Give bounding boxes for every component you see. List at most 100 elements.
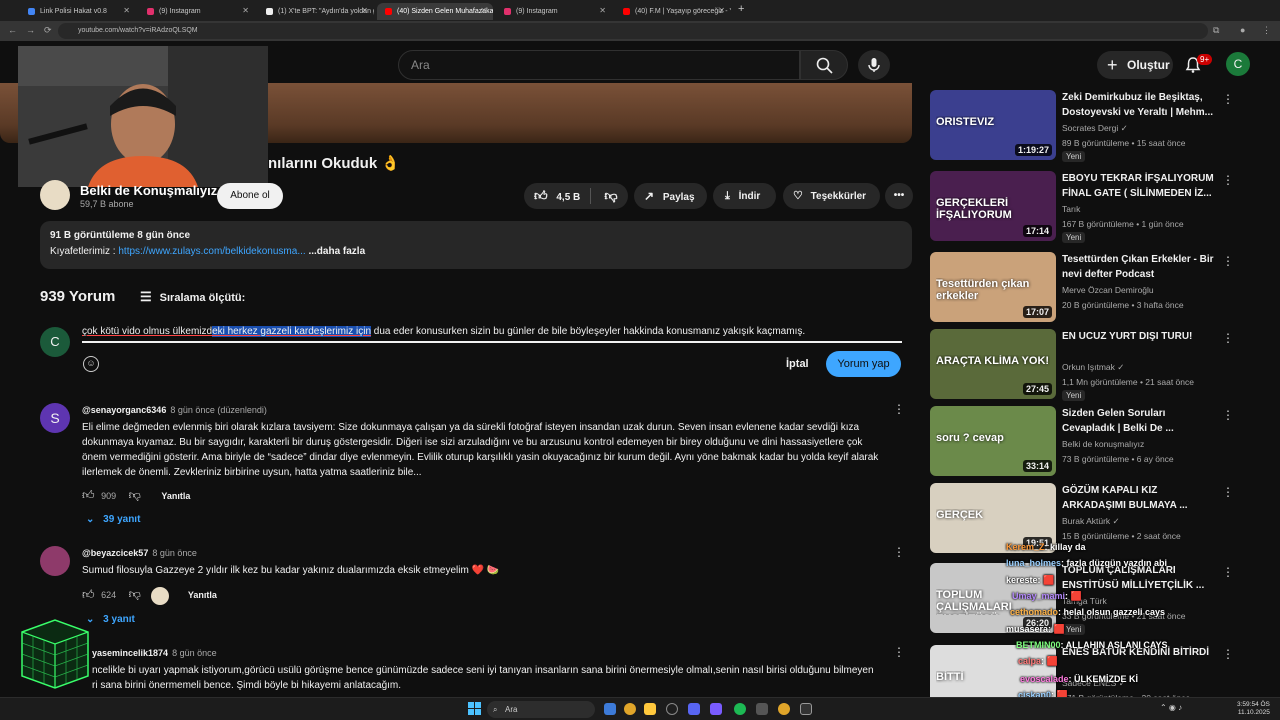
- search-input[interactable]: Ara: [398, 50, 800, 80]
- sort-label: Sıralama ölçütü:: [159, 292, 246, 304]
- description-box[interactable]: 91 B görüntüleme 8 gün önce Kıyafetlerim…: [40, 221, 912, 269]
- video-thumbnail[interactable]: Tesettürden çıkan erkekler 17:07: [930, 252, 1056, 322]
- video-menu-icon[interactable]: ⋮: [1222, 254, 1234, 268]
- share-button[interactable]: ↗ Paylaş: [634, 183, 707, 209]
- subscribe-button[interactable]: Abone ol: [217, 183, 283, 209]
- thumbs-up-icon[interactable]: 👍︎: [82, 488, 95, 502]
- video-menu-icon[interactable]: ⋮: [1222, 565, 1234, 579]
- browser-tab[interactable]: (9) Instagram ✕: [139, 3, 255, 20]
- profile-icon[interactable]: ●: [1240, 25, 1245, 35]
- more-actions-button[interactable]: •••: [885, 183, 913, 209]
- comment-line: önem vermediğini gösterir. Ama biriyle d…: [82, 452, 879, 463]
- comment-line: ncelikle bi uyarı yapmak istiyorum,görüc…: [92, 665, 874, 676]
- close-tab-icon[interactable]: ✕: [242, 6, 249, 15]
- thumbs-down-icon[interactable]: 👎︎: [129, 488, 141, 502]
- cancel-button[interactable]: İptal: [786, 358, 809, 370]
- comment-menu-icon[interactable]: ⋮: [893, 402, 905, 416]
- voice-search-button[interactable]: [858, 50, 890, 80]
- related-video[interactable]: soru ? cevap 33:14 Sizden Gelen Soruları C…: [930, 406, 1240, 476]
- comment-menu-icon[interactable]: ⋮: [893, 545, 905, 559]
- description-link[interactable]: https://www.zulays.com/belkidekonusma...: [118, 246, 305, 257]
- search-button[interactable]: [800, 50, 848, 80]
- channel-name: Orkun Işıtmak ✓: [1062, 362, 1125, 372]
- video-duration: 33:14: [1022, 460, 1052, 472]
- reply-button[interactable]: Yanıtla: [161, 491, 190, 501]
- close-tab-icon[interactable]: ✕: [361, 6, 368, 15]
- comment-time[interactable]: 8 gün önce (düzenlendi): [170, 405, 267, 415]
- comment-input[interactable]: çok kötü vido olmus ülkemizdeki herkez g…: [82, 326, 902, 343]
- browser-tab[interactable]: Link Polisi Hakat v0.8 ✕: [20, 3, 136, 20]
- account-avatar[interactable]: C: [1226, 52, 1250, 76]
- new-tab-icon[interactable]: +: [738, 3, 744, 15]
- thumbs-down-icon[interactable]: 👎︎: [129, 587, 141, 601]
- start-icon[interactable]: [468, 702, 481, 715]
- related-video[interactable]: TOPLUM ÇALIŞMALARI ENSTİTÜSÜ26:20TOPLUM …: [930, 563, 1240, 635]
- post-comment-button[interactable]: Yorum yap: [826, 351, 901, 377]
- comment-menu-icon[interactable]: ⋮: [893, 645, 905, 659]
- video-menu-icon[interactable]: ⋮: [1222, 173, 1234, 187]
- obs-icon[interactable]: [800, 703, 812, 715]
- comment-avatar[interactable]: S: [40, 403, 70, 433]
- browser-tab[interactable]: (9) Instagram ✕: [496, 3, 612, 20]
- video-menu-icon[interactable]: ⋮: [1222, 92, 1234, 106]
- steam-icon[interactable]: [756, 703, 768, 715]
- close-tab-icon[interactable]: ✕: [599, 6, 606, 15]
- discord-icon[interactable]: [688, 703, 700, 715]
- download-button[interactable]: ⤓ İndir: [713, 183, 776, 209]
- subscriber-count: 59,7 B abone: [80, 199, 134, 209]
- video-menu-icon[interactable]: ⋮: [1222, 485, 1234, 499]
- thumbs-up-icon[interactable]: 👍︎: [82, 587, 95, 601]
- comment-author[interactable]: @senayorganc6346: [82, 405, 166, 415]
- tray-icons[interactable]: ⌃ ◉ ♪: [1160, 703, 1182, 712]
- explorer-icon[interactable]: [644, 703, 656, 715]
- like-button[interactable]: 👍︎ 4,5 B: [524, 183, 588, 209]
- close-tab-icon[interactable]: ✕: [480, 6, 487, 15]
- video-thumbnail[interactable]: GERÇEKLERİ İFŞALIYORUM 17:14: [930, 171, 1056, 241]
- chrome-icon[interactable]: [778, 703, 790, 715]
- forward-icon[interactable]: →: [26, 25, 35, 35]
- channel-logo[interactable]: [40, 180, 70, 210]
- comment-time[interactable]: 8 gün önce: [172, 648, 217, 658]
- create-button[interactable]: + Oluştur: [1097, 51, 1173, 79]
- video-menu-icon[interactable]: ⋮: [1222, 647, 1234, 661]
- browser-tab[interactable]: (40) F.M | Yaşayıp göreceğiz - Y ✕: [615, 3, 731, 20]
- chat-username: calpa: [1018, 656, 1042, 666]
- clock[interactable]: 3:59:54 ÖS 11.10.2025: [1237, 701, 1270, 717]
- video-thumbnail[interactable]: soru ? cevap 33:14: [930, 406, 1056, 476]
- video-thumbnail[interactable]: ORISTEVIZ 1:19:27: [930, 90, 1056, 160]
- chrome-icon[interactable]: [624, 703, 636, 715]
- sort-button[interactable]: ☰ Sıralama ölçütü:: [140, 289, 245, 305]
- edge-icon[interactable]: [604, 703, 616, 715]
- browser-tab[interactable]: (40) Sizden Gelen Muhafazakar ✕: [377, 3, 493, 20]
- comment-author[interactable]: @beyazcicek57: [82, 548, 148, 558]
- back-icon[interactable]: ←: [8, 25, 17, 35]
- close-tab-icon[interactable]: ✕: [123, 6, 130, 15]
- video-thumbnail[interactable]: ARAÇTA KLİMA YOK! 27:45: [930, 329, 1056, 399]
- app-icon[interactable]: [710, 703, 722, 715]
- channel-name[interactable]: Belki de Konuşmalıyız: [80, 183, 217, 198]
- extensions-icon[interactable]: ⧉: [1213, 25, 1219, 36]
- browser-tab[interactable]: (1) X'te BPT: "Aydın'da yoldan g ✕: [258, 3, 374, 20]
- app-icon[interactable]: [666, 703, 678, 715]
- reload-icon[interactable]: ⟳: [44, 25, 52, 36]
- video-menu-icon[interactable]: ⋮: [1222, 331, 1234, 345]
- dislike-button[interactable]: 👎︎: [596, 183, 626, 209]
- taskbar-search[interactable]: ⌕ Ara: [487, 701, 595, 718]
- show-more-link[interactable]: ...daha fazla: [306, 246, 365, 257]
- thanks-button[interactable]: ♡ Teşekkürler: [783, 183, 880, 209]
- menu-icon[interactable]: ⋮: [1262, 25, 1271, 36]
- related-video[interactable]: ARAÇTA KLİMA YOK! 27:45 EN UCUZ YURT DIŞI …: [930, 329, 1240, 401]
- view-replies-button[interactable]: ⌄ 39 yanıt: [86, 514, 140, 525]
- close-tab-icon[interactable]: ✕: [718, 6, 725, 15]
- spotify-icon[interactable]: [734, 703, 746, 715]
- emoji-icon[interactable]: ☺: [83, 356, 99, 372]
- url-field[interactable]: youtube.com/watch?v=iRAdzoQLSQM: [58, 23, 1208, 39]
- comment-time[interactable]: 8 gün önce: [152, 548, 197, 558]
- related-video[interactable]: GERÇEKLERİ İFŞALIYORUM 17:14 EBOYU TEKRAR …: [930, 171, 1240, 243]
- comment-author[interactable]: yasemincelik1874: [92, 648, 168, 658]
- video-menu-icon[interactable]: ⋮: [1222, 408, 1234, 422]
- related-video[interactable]: Tesettürden çıkan erkekler 17:07 Tesettürd…: [930, 252, 1240, 322]
- related-video[interactable]: ORISTEVIZ 1:19:27 Zeki Demirkubuz ile Beşi…: [930, 90, 1240, 162]
- comment-avatar[interactable]: [40, 546, 70, 576]
- reply-button[interactable]: Yanıtla: [188, 590, 217, 600]
